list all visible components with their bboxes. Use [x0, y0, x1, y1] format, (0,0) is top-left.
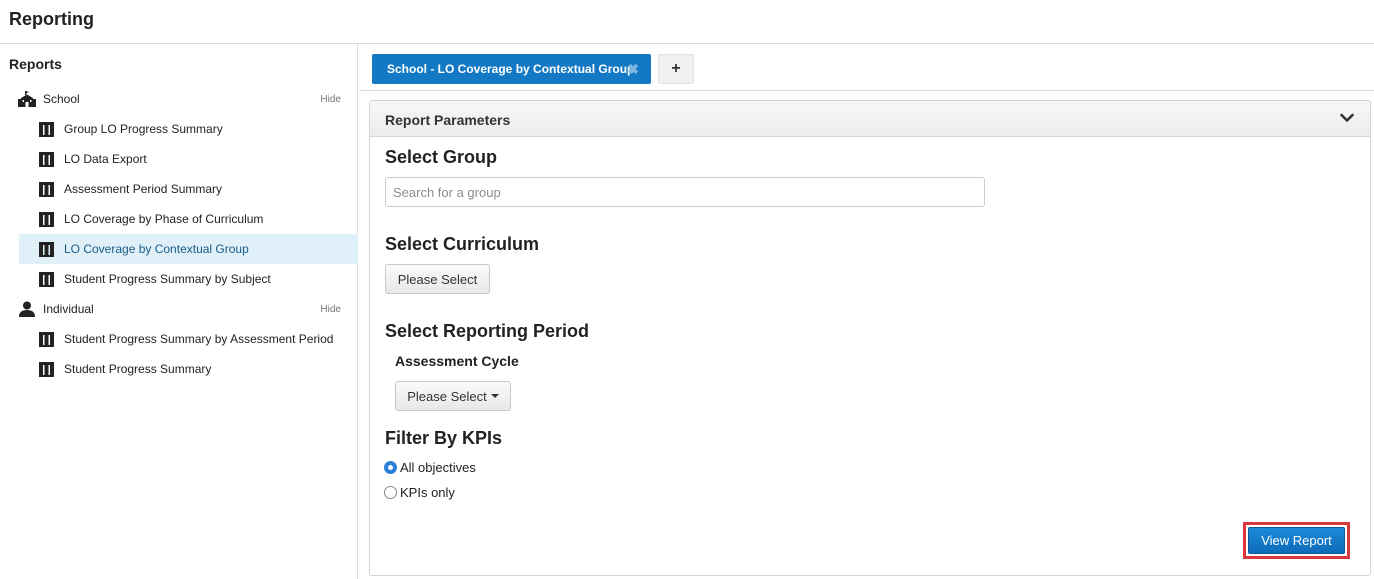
- sidebar-heading: Reports: [9, 56, 62, 72]
- close-icon[interactable]: ✖: [627, 62, 639, 76]
- sidebar-item-student-progress-by-period[interactable]: Student Progress Summary by Assessment P…: [19, 324, 358, 354]
- report-icon: [38, 271, 54, 287]
- radio-label: All objectives: [400, 460, 476, 475]
- sidebar: Reports School Hide Group LO Progress Su…: [0, 44, 358, 579]
- sidebar-item-student-progress-by-subject[interactable]: Student Progress Summary by Subject: [19, 264, 358, 294]
- sidebar-item-label: LO Data Export: [64, 152, 147, 166]
- sidebar-item-label: Group LO Progress Summary: [64, 122, 223, 136]
- sidebar-item-label: Assessment Period Summary: [64, 182, 223, 196]
- view-report-button[interactable]: View Report: [1248, 527, 1345, 554]
- sidebar-item-assessment-period-summary[interactable]: Assessment Period Summary: [19, 174, 358, 204]
- sidebar-item-lo-data-export[interactable]: LO Data Export: [19, 144, 358, 174]
- hide-individual-link[interactable]: Hide: [320, 304, 341, 315]
- page-title: Reporting: [9, 9, 94, 29]
- sidebar-group-label: Individual: [43, 302, 94, 316]
- panel-title: Report Parameters: [385, 112, 511, 128]
- report-icon: [38, 151, 54, 167]
- assessment-cycle-label: Assessment Cycle: [395, 353, 519, 369]
- radio-button[interactable]: [384, 486, 397, 499]
- tab-bar: School - LO Coverage by Contextual Group…: [359, 44, 1374, 91]
- report-icon: [38, 211, 54, 227]
- sidebar-item-label: Student Progress Summary by Subject: [64, 272, 271, 286]
- caret-down-icon: [490, 394, 499, 398]
- sidebar-item-student-progress-summary[interactable]: Student Progress Summary: [19, 354, 358, 384]
- tab-label: School - LO Coverage by Contextual Group: [387, 62, 635, 76]
- user-icon: [18, 300, 36, 318]
- sidebar-item-lo-coverage-phase[interactable]: LO Coverage by Phase of Curriculum: [19, 204, 358, 234]
- assessment-cycle-dropdown[interactable]: Please Select: [395, 381, 511, 411]
- sidebar-item-lo-coverage-contextual-group[interactable]: LO Coverage by Contextual Group: [19, 234, 358, 264]
- sidebar-group-individual: Individual Hide: [18, 295, 358, 323]
- chevron-down-icon[interactable]: [1340, 111, 1354, 125]
- sidebar-item-label: LO Coverage by Contextual Group: [64, 242, 249, 256]
- sidebar-item-label: LO Coverage by Phase of Curriculum: [64, 212, 264, 226]
- school-icon: [18, 90, 36, 108]
- select-curriculum-title: Select Curriculum: [385, 234, 540, 254]
- report-icon: [38, 361, 54, 377]
- radio-button-checked[interactable]: [384, 461, 397, 474]
- add-tab-button[interactable]: +: [658, 54, 694, 84]
- sidebar-item-label: Student Progress Summary: [64, 362, 212, 376]
- group-search-input[interactable]: [385, 177, 985, 207]
- report-icon: [38, 121, 54, 137]
- radio-all-objectives[interactable]: All objectives: [384, 460, 476, 475]
- sidebar-group-school: School Hide: [18, 85, 358, 113]
- sidebar-item-label: Student Progress Summary by Assessment P…: [64, 332, 334, 346]
- sidebar-item-group-lo-progress-summary[interactable]: Group LO Progress Summary: [19, 114, 358, 144]
- curriculum-select-button[interactable]: Please Select: [385, 264, 490, 294]
- report-icon: [38, 241, 54, 257]
- select-reporting-period-title: Select Reporting Period: [385, 321, 590, 341]
- top-bar: Reporting: [0, 0, 1374, 44]
- radio-label: KPIs only: [400, 485, 455, 500]
- tab-lo-coverage-contextual-group[interactable]: School - LO Coverage by Contextual Group…: [372, 54, 651, 84]
- report-icon: [38, 181, 54, 197]
- sidebar-group-label: School: [43, 92, 80, 106]
- report-icon: [38, 331, 54, 347]
- radio-kpis-only[interactable]: KPIs only: [384, 485, 455, 500]
- dropdown-label: Please Select: [407, 388, 487, 404]
- view-report-highlight: View Report: [1243, 522, 1350, 559]
- hide-school-link[interactable]: Hide: [320, 94, 341, 105]
- filter-kpis-title: Filter By KPIs: [385, 428, 503, 448]
- panel-header[interactable]: Report Parameters: [370, 101, 1370, 137]
- select-group-title: Select Group: [385, 147, 498, 167]
